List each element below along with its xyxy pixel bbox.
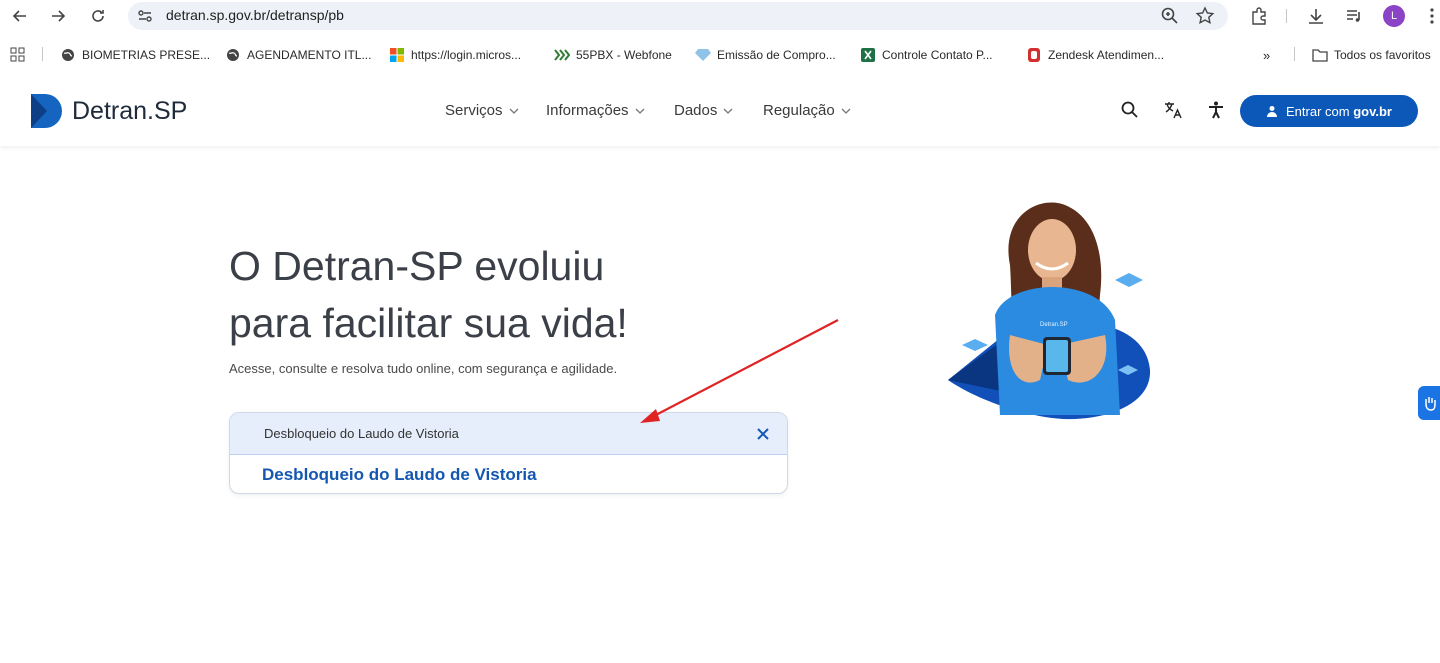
hero-title-line1: O Detran-SP evoluiu	[229, 243, 605, 289]
service-search: Desbloqueio do Laudo de Vistoria	[229, 412, 788, 494]
url-text[interactable]: detran.sp.gov.br/detransp/pb	[166, 7, 344, 23]
bookmarks-divider	[1294, 47, 1295, 61]
reload-button[interactable]	[86, 4, 110, 28]
bookmark-label: Emissão de Compro...	[717, 48, 836, 62]
chevron-down-icon	[635, 108, 645, 114]
login-govbr-button[interactable]: Entrar com gov.br	[1240, 95, 1418, 127]
nav-label: Serviços	[445, 102, 503, 119]
logo-text: Detran.SP	[72, 97, 187, 126]
bookmark-item[interactable]: Controle Contato P...	[860, 46, 993, 64]
globe-icon	[60, 47, 76, 63]
bookmark-label: Zendesk Atendimen...	[1048, 48, 1165, 62]
bookmark-star-icon[interactable]	[1195, 6, 1215, 26]
menu-dots-icon[interactable]	[1422, 6, 1440, 26]
site-settings-icon[interactable]	[136, 7, 154, 25]
bookmark-item[interactable]: BIOMETRIAS PRESE...	[60, 46, 210, 64]
nav-dados[interactable]: Dados	[674, 102, 733, 119]
all-bookmarks-folder[interactable]: Todos os favoritos	[1312, 46, 1431, 64]
vlibras-tab[interactable]	[1418, 386, 1440, 420]
bookmarks-divider	[42, 47, 43, 61]
zoom-icon[interactable]	[1160, 6, 1180, 26]
search-input[interactable]	[264, 426, 734, 441]
nav-label: Regulação	[763, 102, 835, 119]
nav-informacoes[interactable]: Informações	[546, 102, 645, 119]
chevron-down-icon	[509, 108, 518, 114]
shirt-logo-text: Detran.SP	[1040, 322, 1068, 328]
accessibility-icon[interactable]	[1206, 100, 1226, 120]
translate-icon[interactable]	[1163, 100, 1183, 120]
bookmark-item[interactable]: https://login.micros...	[389, 46, 521, 64]
hero-subtitle: Acesse, consulte e resolva tudo online, …	[229, 361, 618, 376]
forward-button[interactable]	[46, 4, 70, 28]
login-brand: gov.br	[1353, 103, 1392, 119]
login-prefix: Entrar com	[1286, 103, 1354, 119]
chevron-down-icon	[841, 108, 851, 114]
toolbar-divider	[1286, 9, 1287, 23]
nav-regulacao[interactable]: Regulação	[763, 102, 851, 119]
clear-search-button[interactable]	[753, 424, 773, 444]
folder-icon	[1312, 47, 1328, 63]
diamond-icon	[695, 47, 711, 63]
bookmarks-overflow-button[interactable]: »	[1263, 46, 1270, 64]
download-icon[interactable]	[1306, 6, 1326, 26]
hero-title-line2: para facilitar sua vida!	[229, 300, 628, 346]
all-bookmarks-label: Todos os favoritos	[1334, 48, 1431, 62]
search-suggestion[interactable]: Desbloqueio do Laudo de Vistoria	[262, 465, 537, 485]
bookmarks-bar: BIOMETRIAS PRESE... AGENDAMENTO ITL... h…	[0, 40, 1440, 70]
site-header: Detran.SP Serviços Informações Dados Reg…	[0, 76, 1440, 146]
logo-text-main: Detran	[72, 96, 148, 125]
search-icon[interactable]	[1120, 100, 1140, 120]
excel-icon	[860, 47, 876, 63]
search-field[interactable]	[230, 413, 787, 455]
extensions-icon[interactable]	[1249, 6, 1269, 26]
nav-servicos[interactable]: Serviços	[445, 102, 519, 119]
microsoft-icon	[389, 47, 405, 63]
close-icon	[757, 428, 769, 440]
bookmark-label: Controle Contato P...	[882, 48, 993, 62]
pbx-icon	[554, 47, 570, 63]
browser-toolbar: detran.sp.gov.br/detransp/pb L	[0, 0, 1440, 32]
bookmark-item[interactable]: Zendesk Atendimen...	[1026, 46, 1164, 64]
forward-arrow-icon	[52, 10, 66, 22]
media-queue-icon[interactable]	[1344, 6, 1364, 26]
zendesk-icon	[1026, 47, 1042, 63]
chevron-down-icon	[723, 108, 733, 114]
user-icon	[1267, 106, 1278, 117]
hand-sign-icon	[1425, 397, 1436, 411]
bookmark-item[interactable]: Emissão de Compro...	[695, 46, 836, 64]
back-arrow-icon	[12, 10, 26, 22]
bookmark-label: https://login.micros...	[411, 48, 522, 62]
bookmark-item[interactable]: 55PBX - Webfone	[554, 46, 672, 64]
login-label: Entrar com gov.br	[1286, 104, 1392, 119]
bookmark-label: BIOMETRIAS PRESE...	[82, 48, 211, 62]
back-button[interactable]	[8, 4, 32, 28]
profile-avatar[interactable]: L	[1383, 5, 1405, 27]
detran-logo[interactable]: Detran.SP	[30, 93, 187, 129]
logo-text-suffix: .SP	[147, 96, 188, 125]
bookmark-label: 55PBX - Webfone	[576, 48, 672, 62]
bookmark-item[interactable]: AGENDAMENTO ITL...	[225, 46, 371, 64]
nav-label: Informações	[546, 102, 629, 119]
detran-logo-icon	[31, 94, 62, 128]
hero-title: O Detran-SP evoluiu para facilitar sua v…	[229, 238, 628, 352]
reload-icon	[92, 10, 104, 22]
globe-icon	[225, 47, 241, 63]
hero-illustration: Detran.SP	[948, 202, 1151, 420]
nav-label: Dados	[674, 102, 718, 119]
bookmark-label: AGENDAMENTO ITL...	[247, 48, 372, 62]
apps-grid-icon[interactable]	[10, 46, 26, 64]
